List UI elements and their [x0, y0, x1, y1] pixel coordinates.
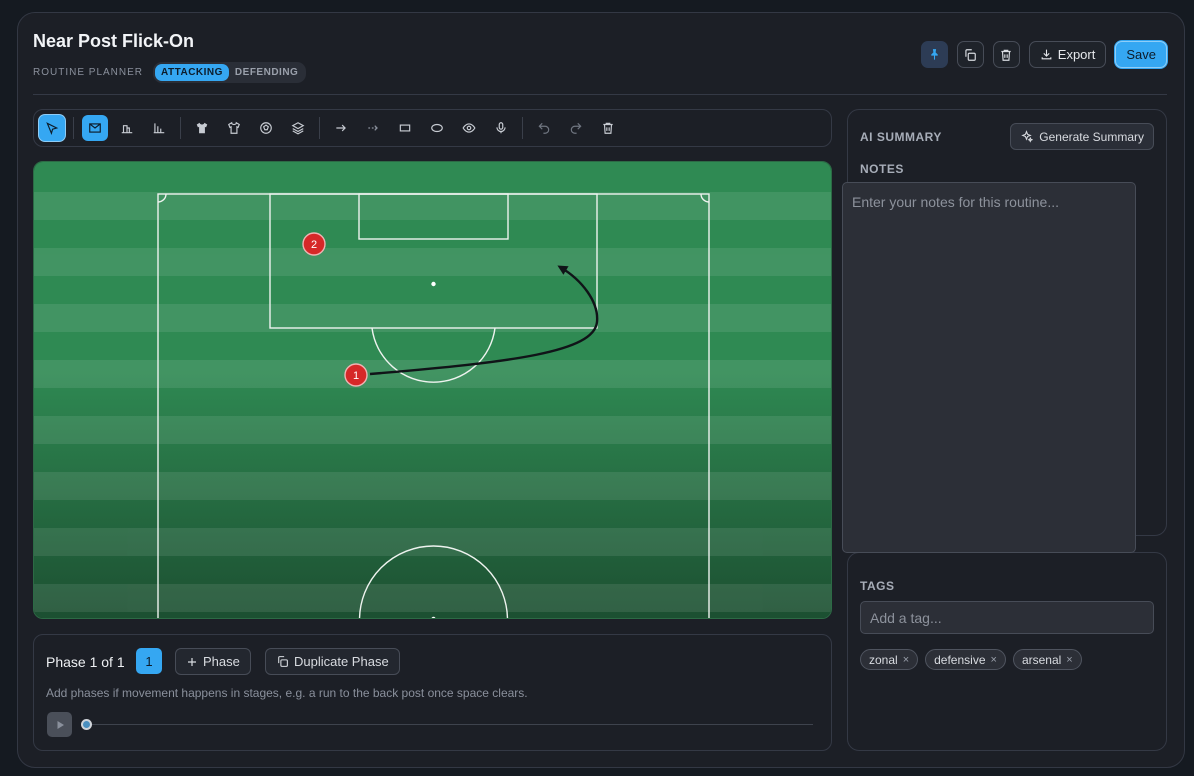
shirt-outline-icon: [228, 121, 240, 134]
player-filled-tool[interactable]: [189, 115, 215, 141]
layers-tool[interactable]: [285, 115, 311, 141]
bar-chart-icon: [153, 123, 165, 134]
duplicate-phase-label: Duplicate Phase: [294, 654, 389, 669]
player-marker[interactable]: 2: [302, 232, 326, 256]
eye-icon: [462, 123, 476, 133]
clear-canvas-button[interactable]: [595, 115, 621, 141]
drawing-toolbar: [33, 109, 832, 147]
player-marker[interactable]: 1: [344, 363, 368, 387]
phase-panel: Phase 1 of 1 1 Phase Duplicate Phase Add…: [33, 634, 832, 751]
player-outline-tool[interactable]: [221, 115, 247, 141]
section-label: ROUTINE PLANNER: [33, 67, 144, 78]
tag-label: defensive: [934, 652, 986, 667]
cursor-icon: [46, 122, 59, 135]
duplicate-phase-button[interactable]: Duplicate Phase: [265, 648, 400, 675]
tags-heading: TAGS: [860, 579, 895, 593]
half-pitch-icon: [121, 125, 133, 134]
ellipse-tool[interactable]: [424, 115, 450, 141]
toolbar-separator: [522, 117, 523, 139]
play-icon: [57, 720, 64, 729]
arrow-right-icon: [336, 124, 346, 132]
layers-icon: [291, 122, 305, 135]
remove-tag-icon[interactable]: ×: [903, 654, 909, 666]
dashed-arrow-tool[interactable]: [360, 115, 386, 141]
undo-icon: [538, 122, 550, 134]
rectangle-tool[interactable]: [392, 115, 418, 141]
trash-icon: [603, 122, 613, 134]
delete-routine-button[interactable]: [992, 41, 1020, 68]
pitch-canvas[interactable]: 1 2: [33, 161, 832, 619]
tag-label: zonal: [869, 652, 898, 667]
toolbar-separator: [180, 117, 181, 139]
tag-chip: arsenal ×: [1012, 649, 1082, 670]
dashed-arrow-icon: [368, 125, 378, 131]
page-title: Near Post Flick-On: [33, 31, 195, 51]
half-pitch-tool[interactable]: [114, 115, 140, 141]
add-phase-button[interactable]: Phase: [175, 648, 251, 675]
ball-icon: [260, 122, 272, 134]
pitch-svg: 1 2: [34, 162, 831, 618]
voice-note-tool[interactable]: [488, 115, 514, 141]
penalty-spot: [431, 281, 436, 287]
plus-icon: [188, 657, 196, 666]
pitch-view-tool[interactable]: [82, 115, 108, 141]
phase-title: Phase 1 of 1: [46, 654, 125, 670]
phase-chip[interactable]: 1: [136, 648, 162, 674]
phase-hint: Add phases if movement happens in stages…: [46, 686, 528, 700]
header-divider: [33, 94, 1167, 95]
tag-input[interactable]: Add a tag...: [860, 601, 1154, 634]
bar-view-tool[interactable]: [146, 115, 172, 141]
tag-label: arsenal: [1021, 652, 1062, 667]
notes-heading: NOTES: [860, 162, 904, 176]
tag-chip: zonal ×: [860, 649, 919, 670]
mode-defending[interactable]: DEFENDING: [229, 64, 304, 81]
save-button[interactable]: Save: [1115, 41, 1167, 68]
redo-icon: [570, 122, 582, 134]
ball-tool[interactable]: [253, 115, 279, 141]
rectangle-icon: [399, 124, 411, 132]
toolbar-separator: [73, 117, 74, 139]
player-number: 1: [353, 370, 359, 382]
subtitle-row: ROUTINE PLANNER ATTACKING DEFENDING: [33, 62, 307, 83]
play-button[interactable]: [47, 712, 72, 737]
export-button[interactable]: Export: [1028, 41, 1107, 68]
pin-icon: [931, 49, 938, 60]
pin-button[interactable]: [920, 41, 948, 68]
tag-list: zonal × defensive × arsenal ×: [860, 649, 1082, 670]
ellipse-icon: [431, 123, 443, 133]
mode-toggle: ATTACKING DEFENDING: [153, 62, 307, 83]
toolbar-separator: [319, 117, 320, 139]
export-label: Export: [1057, 47, 1096, 62]
add-phase-label: Phase: [203, 654, 240, 669]
tags-panel: TAGS Add a tag... zonal × defensive × ar…: [847, 552, 1167, 751]
generate-summary-label: Generate Summary: [1039, 129, 1144, 144]
player-number: 2: [311, 239, 317, 251]
remove-tag-icon[interactable]: ×: [991, 654, 997, 666]
download-icon: [1041, 49, 1052, 60]
mode-attacking[interactable]: ATTACKING: [155, 64, 229, 81]
microphone-icon: [496, 122, 506, 134]
copy-icon: [965, 48, 977, 61]
arrow-tool[interactable]: [328, 115, 354, 141]
sparkle-icon: [1021, 130, 1034, 143]
copy-icon: [278, 656, 288, 667]
pitch-view-icon: [89, 123, 101, 133]
timeline-track[interactable]: [86, 724, 813, 725]
generate-summary-button[interactable]: Generate Summary: [1010, 123, 1154, 150]
duplicate-routine-button[interactable]: [956, 41, 984, 68]
redo-button[interactable]: [563, 115, 589, 141]
trash-icon: [1001, 49, 1011, 61]
remove-tag-icon[interactable]: ×: [1066, 654, 1072, 666]
header-actions: Export Save: [920, 41, 1167, 68]
tag-chip: defensive ×: [925, 649, 1006, 670]
notes-textarea[interactable]: Enter your notes for this routine...: [842, 182, 1136, 553]
select-tool[interactable]: [39, 115, 65, 141]
ai-summary-heading: AI SUMMARY: [860, 130, 942, 144]
timeline-scrubber[interactable]: [81, 719, 92, 730]
shirt-filled-icon: [196, 122, 208, 134]
visibility-tool[interactable]: [456, 115, 482, 141]
undo-button[interactable]: [531, 115, 557, 141]
